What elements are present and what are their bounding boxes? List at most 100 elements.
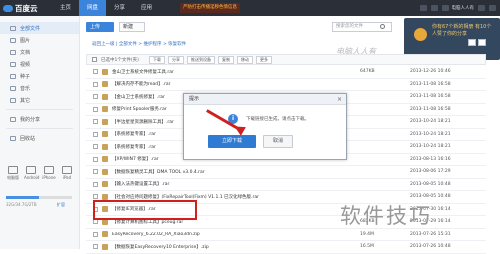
nav-tab-share[interactable]: 分享 xyxy=(106,0,133,16)
username[interactable]: 电脑人人有 xyxy=(452,5,475,11)
sidebar-item-label: 音乐 xyxy=(20,85,31,92)
storage-quota-bar xyxy=(6,196,72,199)
sidebar: 全部文件 图片 文档 视频 种子 音乐 其它 我的分享 回收站 xyxy=(0,16,80,249)
row-checkbox[interactable] xyxy=(93,144,98,150)
more-button[interactable]: 更多 xyxy=(256,55,272,64)
file-date: 2013-11-08 16:58 xyxy=(410,81,451,87)
sidebar-item-pictures[interactable]: 图片 xyxy=(0,34,79,46)
row-checkbox[interactable] xyxy=(93,181,98,187)
client-android[interactable]: Android xyxy=(24,166,39,181)
row-checkbox[interactable] xyxy=(93,131,98,137)
menu-icon[interactable] xyxy=(489,5,496,11)
file-size: 647KB xyxy=(360,69,375,75)
picture-icon xyxy=(10,37,16,43)
file-name[interactable]: 【输入法热键设置工具】.rar xyxy=(112,181,360,187)
pc-icon xyxy=(8,166,18,174)
sidebar-item-videos[interactable]: 视频 xyxy=(0,58,79,70)
file-date: 2013-07-26 15:31 xyxy=(410,231,451,237)
video-icon xyxy=(10,61,16,67)
copy-button[interactable]: 复制 xyxy=(218,55,234,64)
archive-file-icon xyxy=(102,106,108,113)
file-name[interactable]: 【社会对应待问题修复】(FixRepairTool(Fixm) V1.1.1 已… xyxy=(112,194,360,200)
client-iphone[interactable]: iPhone xyxy=(42,166,56,181)
upload-button[interactable]: 上传 xyxy=(86,22,114,32)
settings-icon[interactable] xyxy=(478,5,485,11)
sidebar-item-music[interactable]: 音乐 xyxy=(0,82,79,94)
share-button[interactable]: 分享 xyxy=(168,55,184,64)
file-date: 2013-08-06 17:29 xyxy=(410,169,451,175)
promo-banner[interactable]: 严防打击传播淫秽色情信息 xyxy=(180,3,241,13)
file-name[interactable]: 金山卫士系统文件修复工具.rar xyxy=(112,69,360,75)
file-date: 2013-10-24 18:21 xyxy=(410,131,451,137)
download-button[interactable]: 下载 xyxy=(149,55,165,64)
file-date: 2013-10-24 18:21 xyxy=(410,119,451,125)
row-checkbox[interactable] xyxy=(93,231,98,237)
push-to-device-button[interactable]: 推送到设备 xyxy=(187,55,215,64)
ipad-icon xyxy=(62,166,72,174)
new-folder-button[interactable]: 新建 xyxy=(119,22,145,32)
sidebar-item-my-shares[interactable]: 我的分享 xyxy=(0,113,79,125)
grid-view-icon[interactable] xyxy=(478,39,486,46)
row-checkbox[interactable] xyxy=(93,81,98,87)
table-row[interactable]: 【输入法热键设置工具】.rar 2013-08-05 10:48 xyxy=(86,179,486,191)
sidebar-item-recycle-bin[interactable]: 回收站 xyxy=(0,132,79,144)
file-name[interactable]: EasyRecovery_6.22.02_RA_Xiao3dn.zip xyxy=(112,232,360,237)
storage-quota-text: 32G/34.7G/2TB xyxy=(6,202,37,207)
table-row[interactable]: 金山卫士系统文件修复工具.rar 647KB 2013-12-26 10:46 xyxy=(86,66,486,79)
search-icon[interactable] xyxy=(380,24,385,29)
row-checkbox[interactable] xyxy=(93,194,98,200)
row-checkbox[interactable] xyxy=(93,219,98,225)
row-checkbox[interactable] xyxy=(93,169,98,175)
gift-icon[interactable] xyxy=(430,5,438,11)
table-row[interactable]: 【解决内存不能为read】.rar 2013-11-08 16:58 xyxy=(86,79,486,91)
trash-icon xyxy=(10,135,16,141)
download-now-button[interactable]: 立即下载 xyxy=(208,135,256,148)
sidebar-item-label: 我的分享 xyxy=(20,116,41,123)
breadcrumb[interactable]: 返回上一级 | 全部文件 > 维护程序 > 恢复软件 xyxy=(92,41,186,47)
sidebar-item-label: 回收站 xyxy=(20,135,36,142)
expand-storage-link[interactable]: 扩容 xyxy=(57,202,65,208)
file-date: 2013-10-24 18:21 xyxy=(410,144,451,150)
file-name[interactable]: 【数据恢复精灵工具】DMA TOOL v3.0.4.rar xyxy=(112,169,360,175)
message-icon[interactable] xyxy=(419,5,427,11)
close-icon[interactable]: × xyxy=(337,94,342,105)
watermark: 软件技巧 xyxy=(340,204,432,228)
sidebar-item-label: 全部文件 xyxy=(20,25,41,32)
file-action-bar: 已选中1个文件(夹) 下载 分享 推送到设备 复制 移动 更多 xyxy=(86,54,486,65)
nav-tab-apps[interactable]: 应用 xyxy=(133,0,160,16)
list-view-icon[interactable] xyxy=(468,39,476,46)
file-date: 2013-11-08 16:58 xyxy=(410,106,451,112)
sidebar-divider xyxy=(6,109,73,110)
logo-text: 百度云 xyxy=(15,3,38,13)
nav-tab-home[interactable]: 主页 xyxy=(52,0,79,16)
sidebar-item-all-files[interactable]: 全部文件 xyxy=(0,22,79,34)
table-row[interactable]: EasyRecovery_6.22.02_RA_Xiao3dn.zip 19.4M… xyxy=(86,229,486,241)
app-logo[interactable]: 百度云 xyxy=(0,0,52,16)
move-button[interactable]: 移动 xyxy=(237,55,253,64)
user-avatar-icon[interactable] xyxy=(441,5,449,11)
sidebar-item-label: 文档 xyxy=(20,49,31,56)
file-date: 2013-08-05 10:48 xyxy=(410,194,451,200)
client-ipad[interactable]: iPad xyxy=(60,166,74,181)
row-checkbox[interactable] xyxy=(93,119,98,125)
ad-text: 你有67个新的相册 有10个人赞了你的分享 xyxy=(432,24,492,37)
nav-tab-netdisk[interactable]: 网盘 xyxy=(79,0,107,16)
archive-file-icon xyxy=(102,156,108,163)
sidebar-item-documents[interactable]: 文档 xyxy=(0,46,79,58)
cancel-button[interactable]: 取消 xyxy=(263,135,293,148)
row-checkbox[interactable] xyxy=(93,69,98,75)
select-all-checkbox[interactable] xyxy=(92,57,97,62)
file-name[interactable]: 【解决内存不能为read】.rar xyxy=(112,81,360,87)
row-checkbox[interactable] xyxy=(93,94,98,100)
client-pc[interactable]: 电脑版 xyxy=(6,166,20,181)
sidebar-item-torrents[interactable]: 种子 xyxy=(0,70,79,82)
table-row[interactable]: 【数据恢复精灵工具】DMA TOOL v3.0.4.rar 2013-08-06 … xyxy=(86,166,486,179)
main-toolbar: 上传 新建 xyxy=(86,22,145,32)
dialog-message: 下载链接已生成，请点击下载。 xyxy=(246,117,309,122)
archive-file-icon xyxy=(102,118,108,125)
table-row[interactable]: 【数据恢复EasyRecovery10 Enterprise】.zip 16.5M… xyxy=(86,241,486,254)
folder-icon xyxy=(10,25,16,31)
sidebar-item-other[interactable]: 其它 xyxy=(0,94,79,106)
row-checkbox[interactable] xyxy=(93,106,98,112)
row-checkbox[interactable] xyxy=(93,156,98,162)
